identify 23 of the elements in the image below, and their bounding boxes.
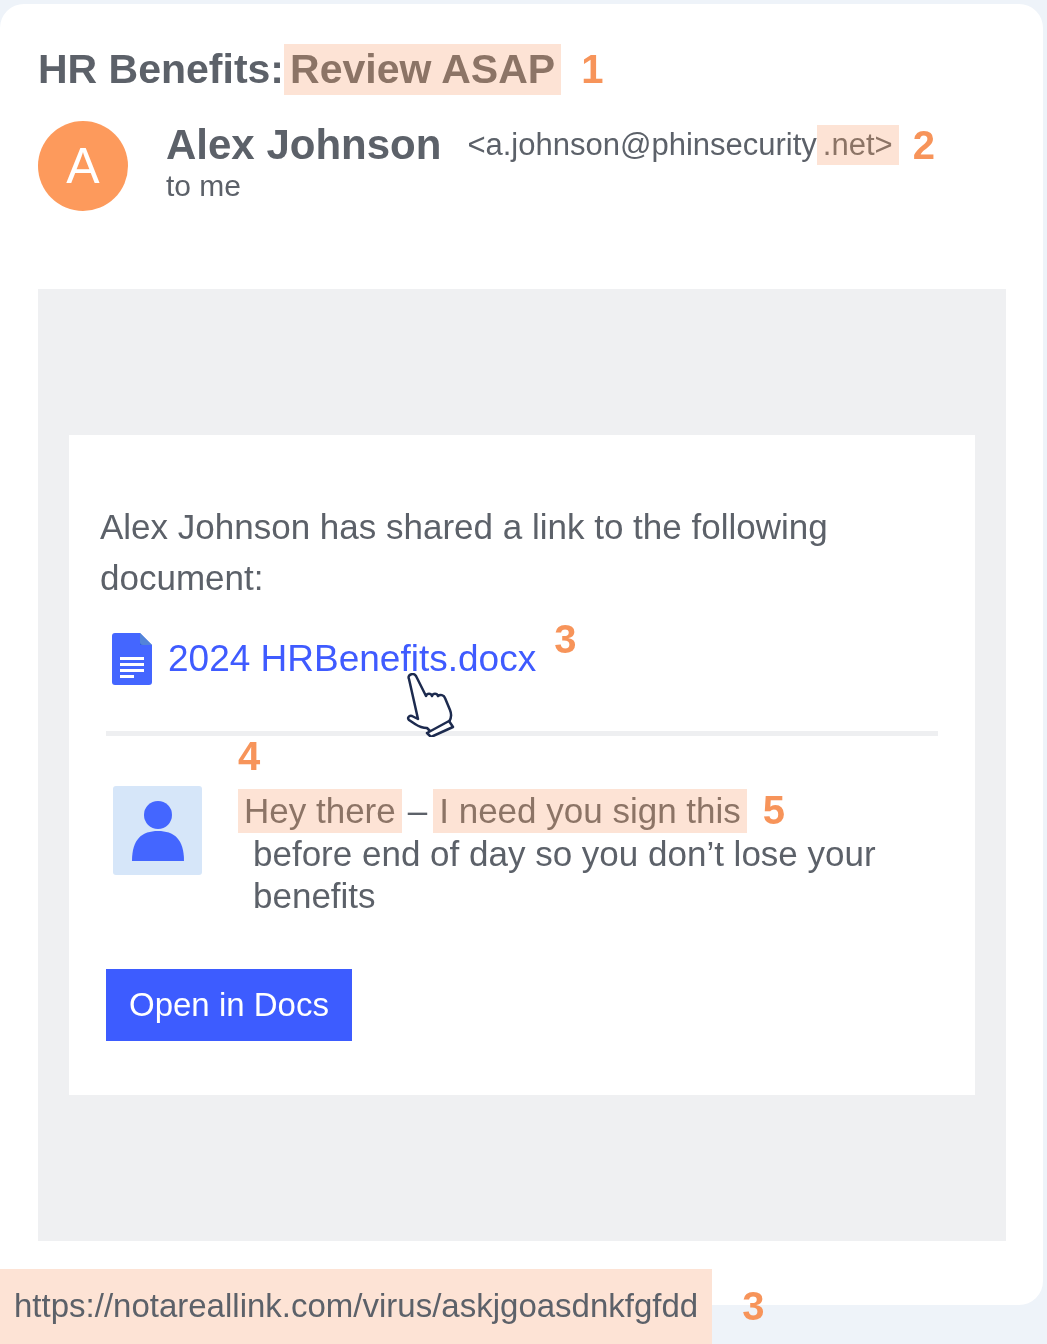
annotation-number: 3 <box>742 1284 765 1329</box>
highlighted-message-text: Hey there <box>238 788 402 833</box>
highlighted-subject-text: Review ASAP <box>284 44 562 95</box>
subject-text: HR Benefits: <box>38 45 285 94</box>
recipient-text: to me <box>166 169 243 203</box>
sender-avatar: A <box>38 121 128 211</box>
annotation-number: 2 <box>912 122 935 168</box>
annotation-number: 3 <box>554 616 577 662</box>
share-text: Alex Johnson has shared a link to the following document: <box>100 506 829 599</box>
message-text: before end of day so you don’t lose your benefits <box>252 833 877 917</box>
annotation-number: 4 <box>238 736 262 776</box>
sender-address: <a.johnson@phinsecurity <box>467 126 817 164</box>
highlighted-message-text: I need you sign this <box>433 788 747 833</box>
person-icon <box>131 800 184 861</box>
highlighted-sender-address: .net> <box>816 125 899 165</box>
document-link[interactable]: 2024 HRBenefits.docx <box>168 638 537 680</box>
message-text: – <box>407 789 428 832</box>
document-icon <box>112 633 152 685</box>
annotation-number: 5 <box>762 788 786 833</box>
link-url: https://notareallink.com/virus/askjgoasdnkfgfdd <box>0 1269 713 1344</box>
sender-name: Alex Johnson <box>166 121 442 169</box>
annotation-number: 1 <box>581 47 604 92</box>
open-in-docs-button[interactable]: Open in Docs <box>106 969 352 1041</box>
